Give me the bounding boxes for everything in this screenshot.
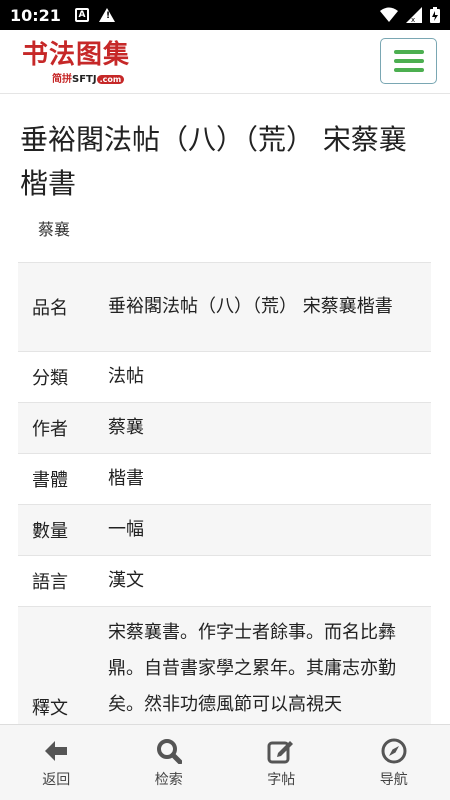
nav-back-button[interactable]: 返回 [0,725,113,800]
text-notification-icon: A [74,8,89,22]
row-key: 數量 [18,504,94,556]
edit-icon [267,737,295,765]
compass-icon [380,737,408,765]
row-value: 宋蔡襄書。作字士者餘事。而名比彝鼎。自昔書家學之累年。其庸志亦勤矣。然非功德風節… [94,606,431,724]
nav-label: 字帖 [267,771,296,788]
app-header: 书法图集 简拼SFTJ .com [0,30,450,94]
author-tag[interactable]: 蔡襄 [38,216,70,240]
main-content[interactable]: 垂裕閣法帖（八）（荒） 宋蔡襄楷書 蔡襄 品名 垂裕閣法帖（八）（荒） 宋蔡襄楷… [0,94,450,724]
table-row: 作者 蔡襄 [18,402,431,454]
site-logo[interactable]: 书法图集 简拼SFTJ .com [22,40,142,86]
search-icon [155,737,183,765]
logo-subtitle: 简拼SFTJ .com [52,70,125,85]
nav-label: 检索 [154,771,183,788]
table-row: 品名 垂裕閣法帖（八）（荒） 宋蔡襄楷書 [18,262,431,352]
row-value: 垂裕閣法帖（八）（荒） 宋蔡襄楷書 [94,262,431,352]
signal-icon: x [406,7,422,23]
status-time: 10:21 [10,5,61,25]
menu-bar [393,59,424,63]
row-value: 楷書 [94,453,431,505]
hamburger-menu-button[interactable] [380,38,437,84]
wifi-icon [380,7,398,22]
battery-icon [430,7,440,23]
table-row: 分類 法帖 [18,351,431,403]
info-table: 品名 垂裕閣法帖（八）（荒） 宋蔡襄楷書 分類 法帖 作者 蔡襄 書體 楷書 數… [18,262,431,724]
logo-title: 书法图集 [22,40,131,70]
row-key: 作者 [18,402,94,454]
nav-label: 返回 [42,771,71,788]
row-key: 書體 [18,453,94,505]
back-arrow-icon [42,737,70,765]
bottom-nav: 返回 检索 字帖 导航 [0,724,450,800]
row-key: 語言 [18,555,94,607]
status-icons-right: x [380,7,440,23]
table-row: 語言 漢文 [18,555,431,607]
menu-bar [393,50,424,54]
svg-text:x: x [411,16,415,23]
page-title: 垂裕閣法帖（八）（荒） 宋蔡襄楷書 [20,123,407,200]
row-key: 品名 [18,262,94,352]
table-row: 釋文 宋蔡襄書。作字士者餘事。而名比彝鼎。自昔書家學之累年。其庸志亦勤矣。然非功… [18,606,431,724]
nav-search-button[interactable]: 检索 [113,725,226,800]
nav-label: 导航 [379,771,408,788]
table-row: 書體 楷書 [18,453,431,505]
table-row: 數量 一幅 [18,504,431,556]
status-icons-left: A ! [74,8,115,22]
nav-navigation-button[interactable]: 导航 [338,725,450,800]
row-value: 漢文 [94,555,431,607]
warning-icon: ! [98,8,115,22]
row-value: 法帖 [94,351,431,403]
nav-copybook-button[interactable]: 字帖 [225,725,338,800]
row-value: 一幅 [94,504,431,556]
status-bar: 10:21 A ! x [0,0,450,30]
row-key: 分類 [18,351,94,403]
row-value: 蔡襄 [94,402,431,454]
row-key: 釋文 [18,606,94,724]
menu-bar [393,68,424,72]
